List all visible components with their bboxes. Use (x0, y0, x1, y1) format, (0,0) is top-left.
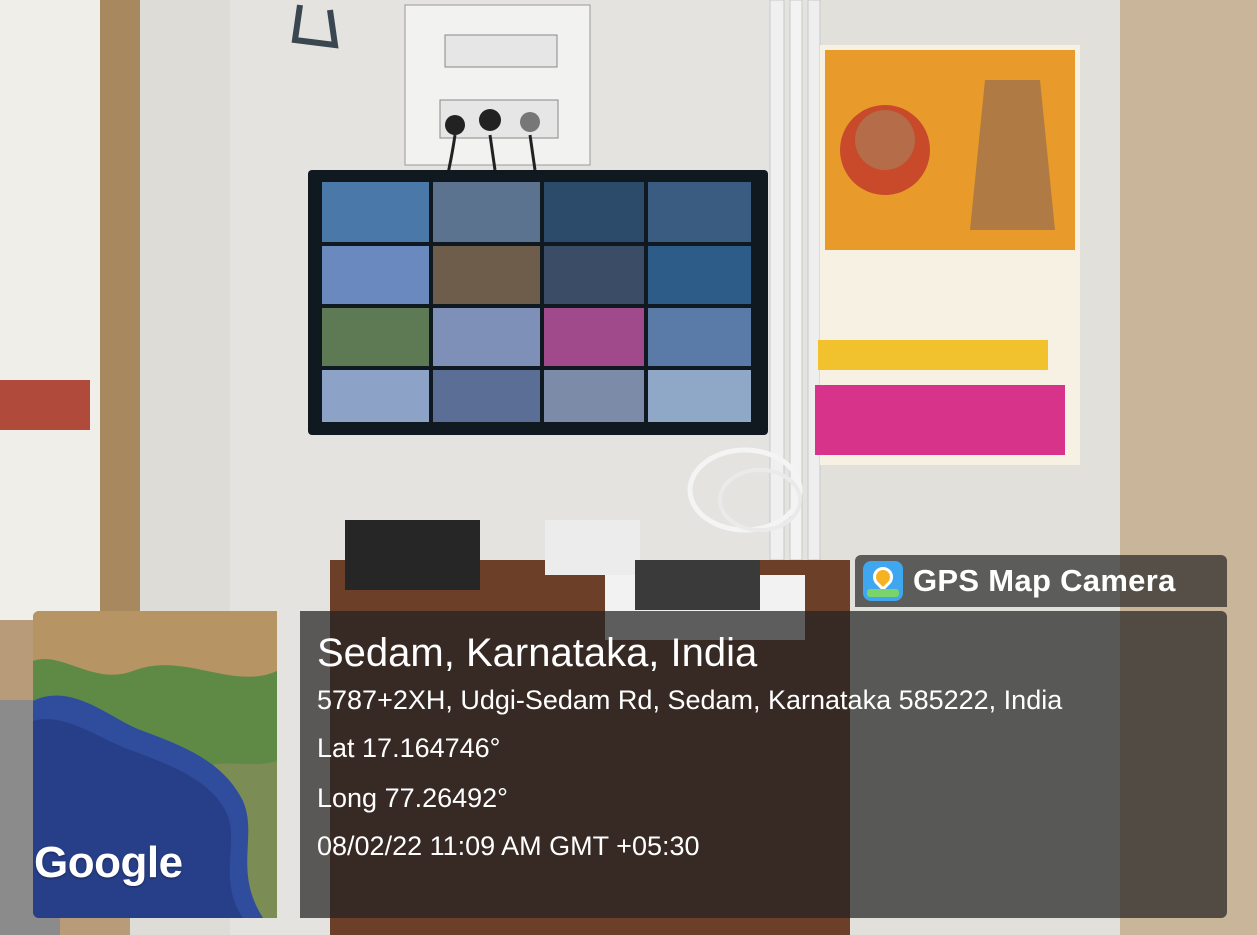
wall-calendar (815, 45, 1080, 465)
map-pin-icon (863, 561, 903, 601)
location-info-panel: Sedam, Karnataka, India 5787+2XH, Udgi-S… (300, 611, 1227, 918)
location-title: Sedam, Karnataka, India (317, 631, 758, 675)
gps-map-camera-badge: GPS Map Camera (855, 555, 1227, 607)
ups-box (345, 520, 480, 590)
switch-board (404, 4, 591, 166)
datetime-readout: 08/02/22 11:09 AM GMT +05:30 (317, 831, 700, 861)
location-address: 5787+2XH, Udgi-Sedam Rd, Sedam, Karnatak… (317, 685, 1063, 715)
cctv-grid (322, 182, 751, 422)
longitude-readout: Long 77.26492° (317, 783, 508, 813)
dvr-device (635, 560, 760, 610)
latitude-readout: Lat 17.164746° (317, 733, 501, 763)
badge-label: GPS Map Camera (913, 563, 1176, 598)
google-logo: Google (34, 838, 183, 887)
